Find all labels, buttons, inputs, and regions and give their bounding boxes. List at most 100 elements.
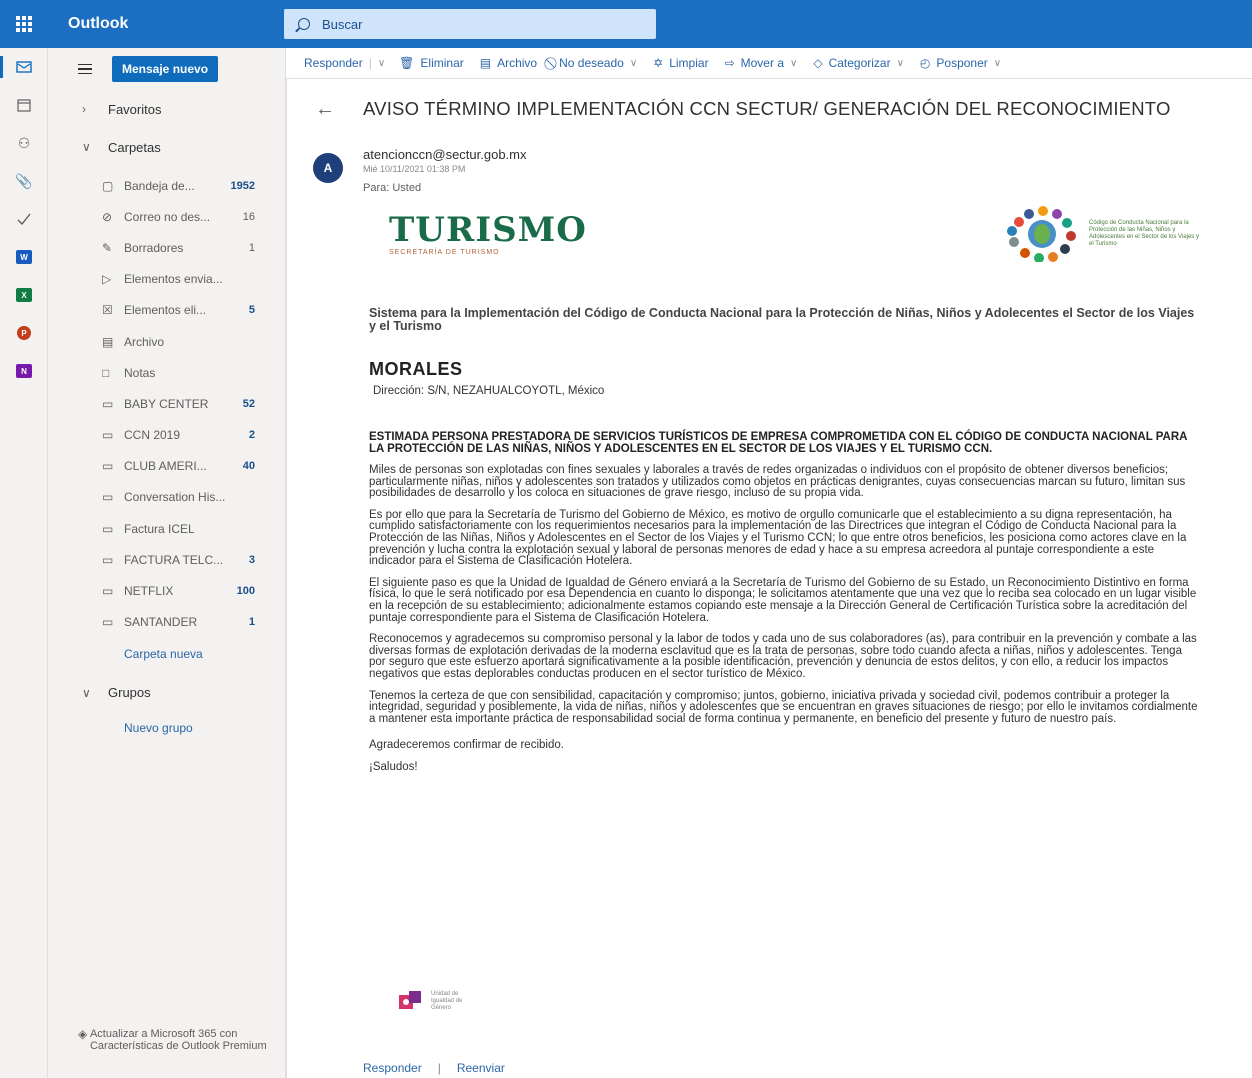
chevron-down-icon: ∨ [896, 57, 904, 69]
rail-powerpoint[interactable]: P [0, 314, 48, 352]
chevron-down-icon: ∨ [790, 57, 798, 69]
calendar-icon [17, 98, 31, 112]
folder-item[interactable]: ▭ CLUB AMERI... 40 [48, 451, 285, 482]
folder-item[interactable]: ▭ SANTANDER 1 [48, 607, 285, 638]
folder-name: CLUB AMERI... [124, 459, 207, 474]
folder-unread-count: 1 [248, 616, 255, 629]
rail-onenote[interactable]: N [0, 352, 48, 390]
reply-label: Responder [304, 56, 363, 70]
folder-name: Factura ICEL [124, 521, 195, 536]
message-body: TURISMO SECRETARÍA DE TURISMO Código de … [369, 199, 1199, 773]
folder-item[interactable]: ▭ NETFLIX 100 [48, 575, 285, 606]
folder-icon: ▭ [102, 396, 114, 411]
message-subject: AVISO TÉRMINO IMPLEMENTACIÓN CCN SECTUR/… [363, 98, 1171, 119]
rail-people[interactable]: ⚇ [0, 124, 48, 162]
folders-label: Carpetas [108, 139, 161, 155]
new-folder-link[interactable]: Carpeta nueva [48, 638, 285, 670]
folder-name: CCN 2019 [124, 428, 181, 443]
rail-files[interactable]: 📎 [0, 162, 48, 200]
intro-heading: Sistema para la Implementación del Códig… [369, 306, 1195, 333]
folder-unread-count: 2 [248, 429, 255, 442]
igualdad-logo-text: Unidad de Igualdad de Género [431, 990, 463, 1011]
new-message-button[interactable]: Mensaje nuevo [112, 56, 219, 82]
todo-check-icon [17, 213, 31, 225]
ccn-logo-text: Código de Conducta Nacional para la Prot… [1089, 220, 1199, 247]
rail-excel[interactable]: X [0, 276, 48, 314]
rail-calendar[interactable] [0, 86, 48, 124]
new-group-link[interactable]: Nuevo grupo [48, 712, 285, 744]
groups-label: Grupos [108, 685, 151, 701]
folder-item[interactable]: ▷ Elementos envia... [48, 264, 285, 295]
folder-item[interactable]: ☒ Elementos eli... 5 [48, 295, 285, 326]
chevron-down-icon: ∨ [993, 57, 1002, 69]
trash-icon: ☒ [102, 303, 113, 318]
reply-link[interactable]: Responder [363, 1061, 422, 1075]
forward-link[interactable]: Reenviar [457, 1061, 505, 1075]
app-title[interactable]: Outlook [48, 15, 284, 33]
folder-item[interactable]: ✎ Borradores 1 [48, 232, 285, 263]
archive-button[interactable]: ▤ Archivo [480, 56, 537, 70]
folder-unread-count: 100 [236, 585, 255, 598]
body-paragraph: Miles de personas son explotadas con fin… [369, 464, 1186, 500]
rail-word[interactable]: W [0, 238, 48, 276]
folder-item[interactable]: ▭ CCN 2019 2 [48, 420, 285, 451]
avatar[interactable]: A [313, 153, 343, 183]
groups-section[interactable]: ∨ Grupos [48, 674, 285, 712]
rail-todo[interactable] [0, 200, 48, 238]
reply-button[interactable]: Responder [304, 56, 363, 70]
folder-item[interactable]: ▤ Archivo [48, 326, 285, 357]
folder-icon: ▭ [102, 552, 114, 567]
folder-item[interactable]: ▭ Factura ICEL [48, 513, 285, 544]
greeting-heading: ESTIMADA PERSONA PRESTADORA DE SERVICIOS… [369, 431, 1188, 455]
sender-info: atencionccn@sectur.gob.mx Mié 10/11/2021… [363, 147, 527, 194]
move-button[interactable]: ⇨ Mover a ∨ [725, 56, 798, 70]
favorites-section[interactable]: › Favoritos [48, 90, 285, 128]
folders-section[interactable]: ∨ Carpetas [48, 128, 285, 166]
folder-item[interactable]: ▭ BABY CENTER 52 [48, 388, 285, 419]
folder-item[interactable]: ▭ FACTURA TELC... 3 [48, 544, 285, 575]
folder-item[interactable]: ▢ Bandeja de... 1952 [48, 170, 285, 201]
top-bar: Outlook Buscar [0, 0, 1252, 48]
subject-row: ← AVISO TÉRMINO IMPLEMENTACIÓN CCN SECTU… [287, 79, 1252, 139]
sender-email[interactable]: atencionccn@sectur.gob.mx [363, 147, 527, 162]
folder-name: SANTANDER [124, 615, 198, 630]
turismo-logo: TURISMO SECRETARÍA DE TURISMO [389, 213, 587, 256]
gender-equality-icon [399, 991, 421, 1009]
junk-button[interactable]: ⃠ No deseado ∨ [553, 56, 637, 71]
folder-item[interactable]: ▭ Conversation His... [48, 482, 285, 513]
folder-icon: ▭ [102, 584, 114, 599]
hamburger-icon[interactable] [78, 63, 92, 75]
folder-unread-count: 1 [248, 241, 255, 254]
folder-name: Archivo [124, 334, 165, 349]
folder-icon: ▭ [102, 428, 114, 443]
app-launcher-button[interactable] [0, 0, 48, 48]
chevron-down-icon: ∨ [82, 140, 91, 154]
categorize-button[interactable]: ◇ Categorizar ∨ [813, 56, 904, 70]
snooze-button[interactable]: ◴ Posponer ∨ [920, 56, 1001, 70]
folder-name: FACTURA TELC... [124, 552, 224, 567]
folder-item[interactable]: □ Notas [48, 357, 285, 388]
reply-actions: Responder | Reenviar [363, 1061, 505, 1075]
compose-row: Mensaje nuevo [48, 48, 285, 90]
junk-label: No deseado [559, 56, 624, 70]
folder-pane: Mensaje nuevo › Favoritos ∨ Carpetas ▢ Ba… [48, 48, 286, 1078]
upgrade-text: Actualizar a Microsoft 365 con Caracterí… [89, 1028, 267, 1052]
sweep-button[interactable]: ✡ Limpiar [653, 56, 708, 70]
command-bar: Responder | ∨ 🗑 Eliminar ▤ Archivo ⃠ No … [286, 48, 1252, 78]
move-label: Mover a [740, 56, 784, 70]
reply-dropdown[interactable]: ∨ [378, 58, 385, 69]
search-box[interactable]: Buscar [284, 9, 656, 39]
app-rail: ⚇ 📎 W X P N [0, 48, 48, 1078]
turismo-logo-subtitle: SECRETARÍA DE TURISMO [389, 248, 500, 256]
back-arrow-icon[interactable]: ← [315, 98, 363, 121]
search-input[interactable]: Buscar [322, 17, 362, 32]
upgrade-banner[interactable]: ◈ Actualizar a Microsoft 365 con Caracte… [78, 1028, 268, 1052]
excel-icon: X [16, 288, 32, 302]
delete-button[interactable]: 🗑 Eliminar [399, 56, 464, 70]
note-icon: □ [102, 365, 110, 380]
mail-icon [16, 61, 32, 73]
chevron-down-icon: ∨ [629, 57, 638, 69]
rail-mail[interactable] [0, 48, 48, 86]
body-paragraph: Tenemos la certeza de que con sensibilid… [369, 689, 1198, 725]
folder-item[interactable]: ⊘ Correo no des... 16 [48, 201, 285, 232]
